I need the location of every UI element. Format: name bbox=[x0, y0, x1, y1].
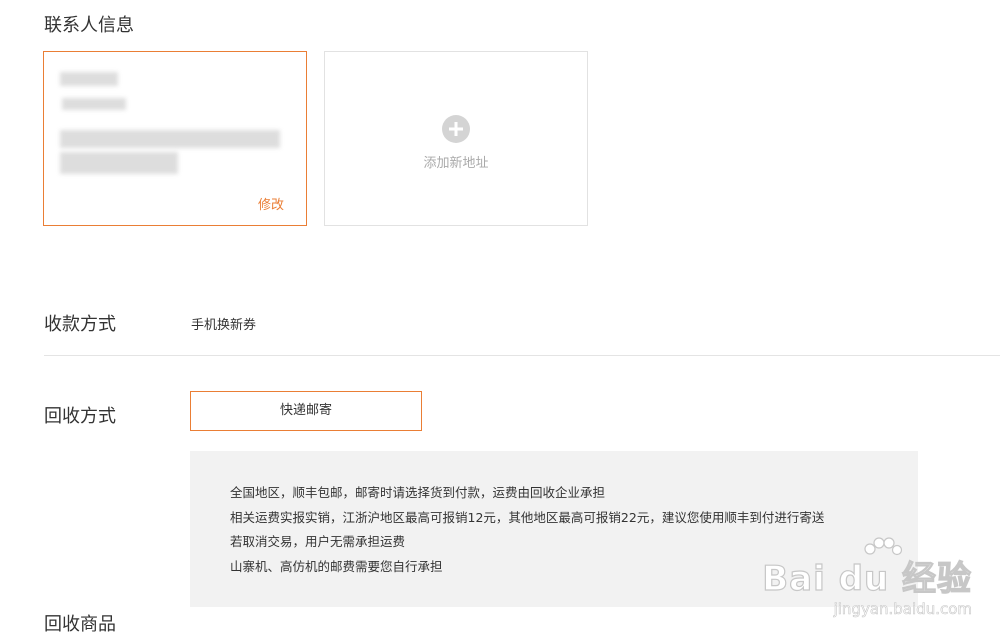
info-line: 相关运费实报实销，江浙沪地区最高可报销12元，其他地区最高可报销22元，建议您使… bbox=[230, 509, 825, 525]
selected-address-card[interactable]: 修改 bbox=[43, 51, 307, 226]
info-line: 全国地区，顺丰包邮，邮寄时请选择货到付款，运费由回收企业承担 bbox=[230, 485, 606, 500]
edit-address-link[interactable]: 修改 bbox=[258, 194, 284, 213]
add-address-card[interactable]: 添加新地址 bbox=[324, 51, 588, 226]
blurred-address-line2 bbox=[60, 152, 178, 174]
plus-circle-icon bbox=[442, 115, 470, 143]
payment-method-value: 手机换新券 bbox=[191, 318, 257, 333]
blurred-phone bbox=[62, 98, 126, 110]
info-line: 山寨机、高仿机的邮费需要您自行承担 bbox=[230, 558, 443, 574]
recycle-method-title: 回收方式 bbox=[44, 406, 116, 427]
express-mail-option[interactable]: 快递邮寄 bbox=[190, 391, 422, 431]
blurred-name bbox=[60, 72, 118, 86]
contact-info-title: 联系人信息 bbox=[44, 15, 134, 36]
shipping-info-box: 全国地区，顺丰包邮，邮寄时请选择货到付款，运费由回收企业承担 相关运费实报实销，… bbox=[190, 451, 918, 607]
blurred-address bbox=[60, 130, 280, 148]
info-line: 若取消交易，用户无需承担运费 bbox=[230, 534, 406, 549]
payment-method-title: 收款方式 bbox=[44, 314, 116, 335]
recycle-goods-title: 回收商品 bbox=[44, 614, 116, 635]
section-divider bbox=[44, 355, 1000, 356]
add-address-label: 添加新地址 bbox=[423, 156, 489, 171]
